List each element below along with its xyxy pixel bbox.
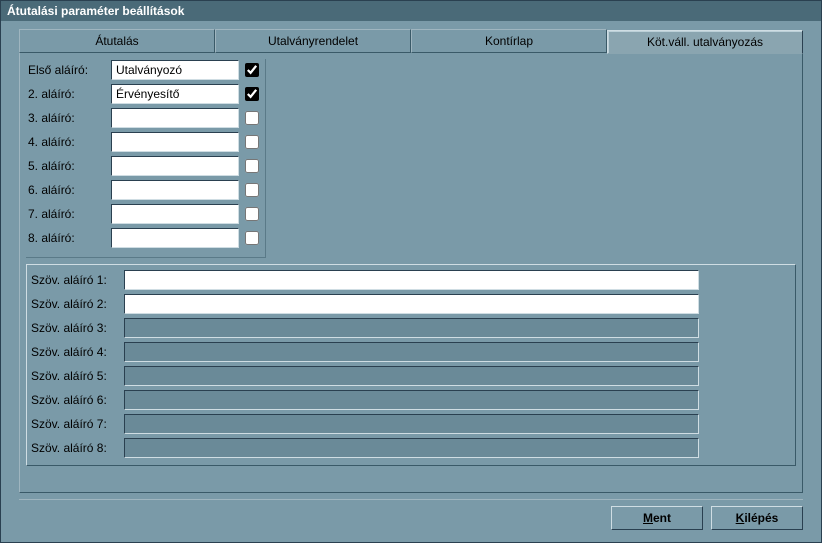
signer-check-5[interactable] <box>245 159 259 173</box>
text-signer-row-8: Szöv. aláíró 8: <box>29 437 789 459</box>
text-signer-row-6: Szöv. aláíró 6: <box>29 389 789 411</box>
signer-label-1: Első aláíró: <box>26 63 111 77</box>
signer-input-1[interactable] <box>111 60 239 80</box>
signer-check-8[interactable] <box>245 231 259 245</box>
signer-check-4[interactable] <box>245 135 259 149</box>
text-signer-input-3 <box>124 318 699 338</box>
signer-label-7: 7. aláíró: <box>26 207 111 221</box>
text-signer-row-3: Szöv. aláíró 3: <box>29 317 789 339</box>
text-signer-input-8 <box>124 438 699 458</box>
save-button[interactable]: Ment <box>611 506 703 530</box>
signer-row-5: 5. aláíró: <box>26 155 259 177</box>
signer-label-5: 5. aláíró: <box>26 159 111 173</box>
footer-buttons: Ment Kilépés <box>19 499 803 530</box>
signer-input-4[interactable] <box>111 132 239 152</box>
tab-kontirlap[interactable]: Kontírlap <box>411 29 607 53</box>
signer-check-6[interactable] <box>245 183 259 197</box>
signer-check-3[interactable] <box>245 111 259 125</box>
text-signer-input-1[interactable] <box>124 270 699 290</box>
signer-input-8[interactable] <box>111 228 239 248</box>
content-panel: Első aláíró: 2. aláíró: 3. aláíró: 4. al… <box>19 53 803 493</box>
signer-label-3: 3. aláíró: <box>26 111 111 125</box>
text-signer-row-5: Szöv. aláíró 5: <box>29 365 789 387</box>
signer-input-7[interactable] <box>111 204 239 224</box>
text-signer-label-1: Szöv. aláíró 1: <box>29 273 124 287</box>
signer-row-1: Első aláíró: <box>26 59 259 81</box>
signer-row-3: 3. aláíró: <box>26 107 259 129</box>
text-signer-row-2: Szöv. aláíró 2: <box>29 293 789 315</box>
text-signer-label-8: Szöv. aláíró 8: <box>29 441 124 455</box>
save-hotkey: M <box>643 511 653 525</box>
text-signer-label-4: Szöv. aláíró 4: <box>29 345 124 359</box>
exit-button[interactable]: Kilépés <box>711 506 803 530</box>
text-signer-input-4 <box>124 342 699 362</box>
text-signers-panel: Szöv. aláíró 1: Szöv. aláíró 2: Szöv. al… <box>26 264 796 466</box>
exit-label-rest: ilépés <box>744 511 778 525</box>
exit-hotkey: K <box>736 511 745 525</box>
window: Átutalási paraméter beállítások Átutalás… <box>0 0 822 543</box>
signers-block: Első aláíró: 2. aláíró: 3. aláíró: 4. al… <box>26 59 266 258</box>
signer-row-4: 4. aláíró: <box>26 131 259 153</box>
signer-label-6: 6. aláíró: <box>26 183 111 197</box>
signer-row-7: 7. aláíró: <box>26 203 259 225</box>
window-title: Átutalási paraméter beállítások <box>1 1 821 21</box>
signer-label-8: 8. aláíró: <box>26 231 111 245</box>
signer-row-6: 6. aláíró: <box>26 179 259 201</box>
signer-label-4: 4. aláíró: <box>26 135 111 149</box>
text-signer-row-7: Szöv. aláíró 7: <box>29 413 789 435</box>
save-label-rest: ent <box>653 511 671 525</box>
signer-input-2[interactable] <box>111 84 239 104</box>
signer-check-2[interactable] <box>245 87 259 101</box>
text-signer-row-4: Szöv. aláíró 4: <box>29 341 789 363</box>
signer-label-2: 2. aláíró: <box>26 87 111 101</box>
text-signer-label-3: Szöv. aláíró 3: <box>29 321 124 335</box>
text-signer-input-5 <box>124 366 699 386</box>
signers-panel: Első aláíró: 2. aláíró: 3. aláíró: 4. al… <box>26 59 796 258</box>
text-signer-label-6: Szöv. aláíró 6: <box>29 393 124 407</box>
text-signer-row-1: Szöv. aláíró 1: <box>29 269 789 291</box>
signer-check-1[interactable] <box>245 63 259 77</box>
signer-input-3[interactable] <box>111 108 239 128</box>
signer-row-8: 8. aláíró: <box>26 227 259 249</box>
tab-kotvall-utalvanyozas[interactable]: Köt.váll. utalványozás <box>607 30 803 54</box>
text-signer-input-2[interactable] <box>124 294 699 314</box>
signer-input-5[interactable] <box>111 156 239 176</box>
text-signer-input-7 <box>124 414 699 434</box>
signer-row-2: 2. aláíró: <box>26 83 259 105</box>
signer-input-6[interactable] <box>111 180 239 200</box>
text-signer-label-2: Szöv. aláíró 2: <box>29 297 124 311</box>
signer-check-7[interactable] <box>245 207 259 221</box>
tab-utalvanyrendelet[interactable]: Utalványrendelet <box>215 29 411 53</box>
text-signer-label-5: Szöv. aláíró 5: <box>29 369 124 383</box>
text-signer-label-7: Szöv. aláíró 7: <box>29 417 124 431</box>
tab-atutalas[interactable]: Átutalás <box>19 29 215 53</box>
tab-bar: Átutalás Utalványrendelet Kontírlap Köt.… <box>19 29 803 53</box>
text-signer-input-6 <box>124 390 699 410</box>
